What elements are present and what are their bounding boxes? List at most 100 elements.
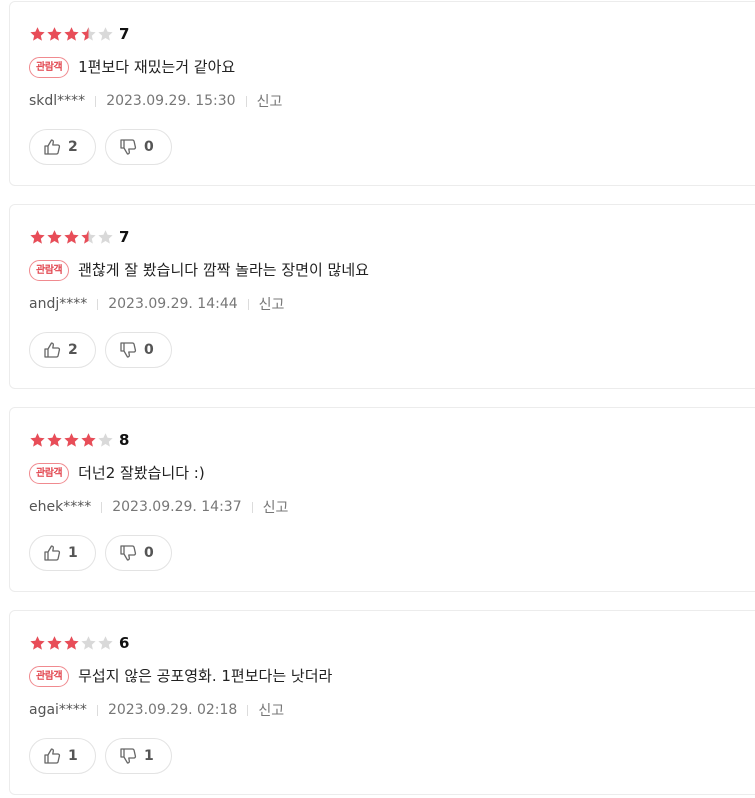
review-text: 괜찮게 잘 봤습니다 깜짝 놀라는 장면이 많네요 xyxy=(78,261,369,279)
star-icon xyxy=(63,432,80,449)
review-datetime: 2023.09.29. 14:37 xyxy=(112,499,242,515)
dislike-button[interactable]: 0 xyxy=(105,129,172,165)
divider xyxy=(251,501,253,513)
report-link[interactable]: 신고 xyxy=(259,294,285,314)
star-icon xyxy=(97,26,114,43)
rating-score: 7 xyxy=(119,25,130,43)
star-icon xyxy=(63,26,80,43)
divider xyxy=(97,298,99,310)
review-author: ehek**** xyxy=(29,499,92,515)
review-list: 7 관람객 1편보다 재밌는거 같아요 skdl**** 2023.09.29.… xyxy=(0,0,755,798)
divider xyxy=(247,704,249,716)
review-author: agai**** xyxy=(29,702,87,718)
star-icon xyxy=(46,635,63,652)
dislike-count: 0 xyxy=(144,342,154,358)
review-card: 7 관람객 1편보다 재밌는거 같아요 skdl**** 2023.09.29.… xyxy=(9,1,755,186)
review-content: 관람객 더넌2 잘봤습니다 :) xyxy=(29,461,205,485)
divider xyxy=(101,501,103,513)
divider xyxy=(96,704,98,716)
like-button[interactable]: 1 xyxy=(29,535,96,571)
thumbs-down-icon xyxy=(119,747,137,765)
report-link[interactable]: 신고 xyxy=(258,700,284,720)
thumbs-up-icon xyxy=(43,341,61,359)
dislike-count: 0 xyxy=(144,139,154,155)
star-rating xyxy=(29,431,114,449)
star-icon xyxy=(97,229,114,246)
dislike-button[interactable]: 0 xyxy=(105,535,172,571)
viewer-badge: 관람객 xyxy=(29,56,70,78)
review-text: 무섭지 않은 공포영화. 1편보다는 낫더라 xyxy=(78,667,333,685)
review-card: 8 관람객 더넌2 잘봤습니다 :) ehek**** 2023.09.29. … xyxy=(9,407,755,592)
dislike-count: 0 xyxy=(144,545,154,561)
rating-row: 8 xyxy=(29,430,129,450)
thumbs-down-icon xyxy=(119,544,137,562)
like-button[interactable]: 2 xyxy=(29,129,96,165)
divider xyxy=(247,298,249,310)
review-meta: skdl**** 2023.09.29. 15:30 신고 xyxy=(29,91,282,111)
star-rating xyxy=(29,25,114,43)
star-icon xyxy=(29,26,46,43)
star-rating xyxy=(29,228,114,246)
like-count: 2 xyxy=(68,342,78,358)
dislike-button[interactable]: 0 xyxy=(105,332,172,368)
like-button[interactable]: 2 xyxy=(29,332,96,368)
thumbs-up-icon xyxy=(43,544,61,562)
thumbs-down-icon xyxy=(119,341,137,359)
star-icon xyxy=(97,635,114,652)
viewer-badge: 관람객 xyxy=(29,665,70,687)
star-icon xyxy=(80,432,97,449)
rating-row: 7 xyxy=(29,227,129,247)
thumbs-up-icon xyxy=(43,747,61,765)
like-button[interactable]: 1 xyxy=(29,738,96,774)
star-icon xyxy=(80,635,97,652)
review-meta: andj**** 2023.09.29. 14:44 신고 xyxy=(29,294,284,314)
review-text: 1편보다 재밌는거 같아요 xyxy=(78,58,236,76)
star-icon xyxy=(29,229,46,246)
review-content: 관람객 무섭지 않은 공포영화. 1편보다는 낫더라 xyxy=(29,664,332,688)
review-meta: agai**** 2023.09.29. 02:18 신고 xyxy=(29,700,284,720)
review-card: 7 관람객 괜찮게 잘 봤습니다 깜짝 놀라는 장면이 많네요 andj****… xyxy=(9,204,755,389)
star-icon xyxy=(80,26,97,43)
report-link[interactable]: 신고 xyxy=(263,497,289,517)
thumbs-up-icon xyxy=(43,138,61,156)
star-icon xyxy=(80,229,97,246)
star-icon xyxy=(46,26,63,43)
viewer-badge: 관람객 xyxy=(29,462,70,484)
rating-row: 7 xyxy=(29,24,129,44)
star-icon xyxy=(97,432,114,449)
review-content: 관람객 괜찮게 잘 봤습니다 깜짝 놀라는 장면이 많네요 xyxy=(29,258,369,282)
review-datetime: 2023.09.29. 14:44 xyxy=(108,296,238,312)
thumbs-down-icon xyxy=(119,138,137,156)
vote-buttons: 2 0 xyxy=(29,332,172,368)
dislike-count: 1 xyxy=(144,748,154,764)
divider xyxy=(95,95,97,107)
vote-buttons: 1 0 xyxy=(29,535,172,571)
star-icon xyxy=(46,432,63,449)
review-text: 더넌2 잘봤습니다 :) xyxy=(78,464,205,482)
star-icon xyxy=(46,229,63,246)
review-card: 6 관람객 무섭지 않은 공포영화. 1편보다는 낫더라 agai**** 20… xyxy=(9,610,755,795)
dislike-button[interactable]: 1 xyxy=(105,738,172,774)
divider xyxy=(245,95,247,107)
star-icon xyxy=(63,635,80,652)
review-datetime: 2023.09.29. 02:18 xyxy=(107,702,238,718)
star-icon xyxy=(29,432,46,449)
like-count: 2 xyxy=(68,139,78,155)
rating-score: 6 xyxy=(119,634,130,652)
review-meta: ehek**** 2023.09.29. 14:37 신고 xyxy=(29,497,288,517)
viewer-badge: 관람객 xyxy=(29,259,70,281)
vote-buttons: 2 0 xyxy=(29,129,172,165)
review-author: skdl**** xyxy=(29,93,86,109)
star-rating xyxy=(29,634,114,652)
like-count: 1 xyxy=(68,748,78,764)
review-author: andj**** xyxy=(29,296,88,312)
vote-buttons: 1 1 xyxy=(29,738,172,774)
star-icon xyxy=(63,229,80,246)
review-content: 관람객 1편보다 재밌는거 같아요 xyxy=(29,55,235,79)
star-icon xyxy=(29,635,46,652)
review-datetime: 2023.09.29. 15:30 xyxy=(106,93,236,109)
like-count: 1 xyxy=(68,545,78,561)
report-link[interactable]: 신고 xyxy=(257,91,283,111)
rating-row: 6 xyxy=(29,633,129,653)
rating-score: 8 xyxy=(119,431,130,449)
